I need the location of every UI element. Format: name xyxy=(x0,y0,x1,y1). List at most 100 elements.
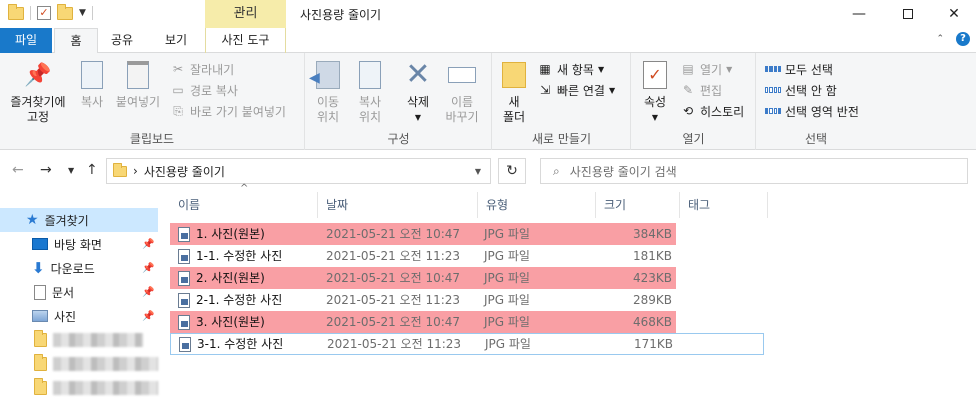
select-none-button[interactable]: 선택 안 함 xyxy=(765,80,837,100)
file-name: 3. 사진(원본) xyxy=(196,315,265,329)
maximize-button[interactable] xyxy=(885,0,931,28)
paste-shortcut-button[interactable]: ⎘ 바로 가기 붙여넣기 xyxy=(170,101,286,121)
pin-icon: 📌 xyxy=(142,310,155,322)
column-header-size[interactable]: 크기 xyxy=(596,192,680,218)
column-header-tags[interactable]: 태그 xyxy=(680,192,768,218)
properties-button[interactable]: ✓ 속성 ▼ xyxy=(636,59,674,125)
nav-item-pictures[interactable]: 사진 📌 xyxy=(0,304,158,328)
clipboard-group: 📌 즐겨찾기에 고정 복사 붙여넣기 ✂ 잘라내기 ▭ 경로 복사 ⎘ 바로 가… xyxy=(0,53,305,150)
invert-selection-icon xyxy=(765,103,781,119)
table-row[interactable]: 2-1. 수정한 사진 2021-05-21 오전 11:23 JPG 파일 2… xyxy=(170,289,676,311)
move-to-button[interactable]: ◀ 이동 위치 xyxy=(308,59,348,125)
nav-item-desktop[interactable]: 바탕 화면 📌 xyxy=(0,232,158,256)
open-button[interactable]: ▤ 열기 ▼ xyxy=(680,59,732,79)
rename-icon xyxy=(446,59,478,91)
cut-button[interactable]: ✂ 잘라내기 xyxy=(170,59,234,79)
delete-button[interactable]: ✕ 삭제 ▼ xyxy=(398,59,438,125)
table-row[interactable]: 3. 사진(원본) 2021-05-21 오전 10:47 JPG 파일 468… xyxy=(170,311,676,333)
customize-toolbar-chevron-icon[interactable]: ▼ xyxy=(79,8,86,18)
document-icon xyxy=(34,284,46,300)
close-button[interactable]: ✕ xyxy=(931,0,976,28)
minimize-button[interactable]: — xyxy=(836,0,882,28)
nav-item-label: 바탕 화면 xyxy=(54,237,102,252)
file-date: 2021-05-21 오전 11:23 xyxy=(326,293,461,307)
edit-button[interactable]: ✎ 편집 xyxy=(680,80,722,100)
nav-item-label: 문서 xyxy=(52,285,75,300)
column-header-date[interactable]: 날짜 xyxy=(318,192,478,218)
file-name: 1. 사진(원본) xyxy=(196,227,265,241)
tab-share[interactable]: 공유 xyxy=(100,28,144,53)
context-tab-group-label: 관리 xyxy=(205,0,286,28)
edit-label: 편집 xyxy=(700,83,723,98)
select-all-button[interactable]: 모두 선택 xyxy=(765,59,833,79)
history-button[interactable]: ⟲ 히스토리 xyxy=(680,101,744,121)
nav-item-documents[interactable]: 문서 📌 xyxy=(0,280,158,304)
file-size: 171KB xyxy=(633,337,673,351)
new-folder-label: 새 폴더 xyxy=(502,95,526,124)
tab-home[interactable]: 홈 xyxy=(54,28,98,54)
column-header-type[interactable]: 유형 xyxy=(478,192,596,218)
invert-selection-button[interactable]: 선택 영역 반전 xyxy=(765,101,859,121)
file-date: 2021-05-21 오전 11:23 xyxy=(327,337,462,351)
ribbon: 📌 즐겨찾기에 고정 복사 붙여넣기 ✂ 잘라내기 ▭ 경로 복사 ⎘ 바로 가… xyxy=(0,53,976,150)
quick-access-toolbar: ✓ ▼ xyxy=(8,3,93,20)
up-arrow-icon[interactable]: ↑ xyxy=(86,162,98,178)
recent-locations-chevron-icon[interactable]: ▼ xyxy=(68,166,74,175)
address-history-chevron-icon[interactable]: ▼ xyxy=(466,158,490,184)
search-input[interactable]: ⌕ 사진용량 줄이기 검색 xyxy=(540,158,968,184)
forward-arrow-icon[interactable]: → xyxy=(40,162,52,178)
help-icon[interactable]: ? xyxy=(956,32,970,46)
back-arrow-icon[interactable]: ← xyxy=(12,162,24,178)
select-group: 모두 선택 선택 안 함 선택 영역 반전 선택 xyxy=(757,53,875,150)
star-icon: ★ xyxy=(26,212,39,228)
file-name: 2. 사진(원본) xyxy=(196,271,265,285)
title-bar: ✓ ▼ 관리 사진용량 줄이기 — ✕ xyxy=(0,0,976,28)
copy-button[interactable]: 복사 xyxy=(72,59,112,110)
paste-label: 붙여넣기 xyxy=(115,95,161,109)
table-row[interactable]: 1-1. 수정한 사진 2021-05-21 오전 11:23 JPG 파일 1… xyxy=(170,245,676,267)
folder-icon xyxy=(34,354,47,371)
file-type: JPG 파일 xyxy=(484,293,530,307)
file-size: 181KB xyxy=(632,249,672,263)
nav-item-redacted-folder[interactable] xyxy=(0,328,158,352)
copy-to-button[interactable]: 복사 위치 xyxy=(350,59,390,125)
properties-icon[interactable]: ✓ xyxy=(37,6,51,20)
pin-icon: 📌 xyxy=(24,62,52,88)
tab-picture-tools[interactable]: 사진 도구 xyxy=(205,28,286,53)
nav-item-label: 다운로드 xyxy=(50,261,95,276)
new-item-button[interactable]: ▦ 새 항목 ▼ xyxy=(537,59,604,79)
paste-icon xyxy=(122,59,154,91)
refresh-button[interactable]: ↻ xyxy=(498,158,526,184)
scissors-icon: ✂ xyxy=(172,62,184,76)
table-row[interactable]: 1. 사진(원본) 2021-05-21 오전 10:47 JPG 파일 384… xyxy=(170,223,676,245)
breadcrumb-current[interactable]: 사진용량 줄이기 xyxy=(144,163,225,180)
properties-icon: ✓ xyxy=(639,59,671,91)
redacted-label xyxy=(53,333,143,347)
chevron-down-icon: ▼ xyxy=(726,64,733,74)
column-header-name[interactable]: 이름 xyxy=(170,192,318,218)
nav-item-quick-access[interactable]: ★ 즐겨찾기 xyxy=(0,208,158,232)
rename-button[interactable]: 이름 바꾸기 xyxy=(442,59,482,125)
file-size: 384KB xyxy=(632,227,672,241)
chevron-down-icon: ▼ xyxy=(414,113,422,122)
move-to-label: 이동 위치 xyxy=(316,95,340,124)
table-row[interactable]: 2. 사진(원본) 2021-05-21 오전 10:47 JPG 파일 423… xyxy=(170,267,676,289)
jpg-file-icon xyxy=(178,292,190,308)
pin-quick-access-button[interactable]: 📌 즐겨찾기에 고정 xyxy=(4,59,72,125)
open-icon: ▤ xyxy=(682,62,694,76)
tab-file[interactable]: 파일 xyxy=(0,28,52,53)
nav-item-downloads[interactable]: ⬇ 다운로드 📌 xyxy=(0,256,158,280)
table-row[interactable]: 3-1. 수정한 사진 2021-05-21 오전 11:23 JPG 파일 1… xyxy=(170,333,764,355)
collapse-ribbon-chevron-icon[interactable]: ⌃ xyxy=(936,34,944,44)
copy-path-button[interactable]: ▭ 경로 복사 xyxy=(170,80,238,100)
paste-button[interactable]: 붙여넣기 xyxy=(112,59,164,110)
breadcrumb-chevron-icon: › xyxy=(133,164,138,178)
address-bar[interactable]: › 사진용량 줄이기 xyxy=(106,158,491,184)
tab-view[interactable]: 보기 xyxy=(150,28,202,53)
nav-item-redacted-folder[interactable] xyxy=(0,376,158,400)
new-folder-icon[interactable] xyxy=(57,3,73,20)
nav-item-redacted-folder[interactable] xyxy=(0,352,158,376)
new-folder-button[interactable]: 새 폴더 xyxy=(497,59,531,125)
toolbar-divider xyxy=(30,6,31,20)
easy-access-button[interactable]: ⇲ 빠른 연결 ▼ xyxy=(537,80,615,100)
